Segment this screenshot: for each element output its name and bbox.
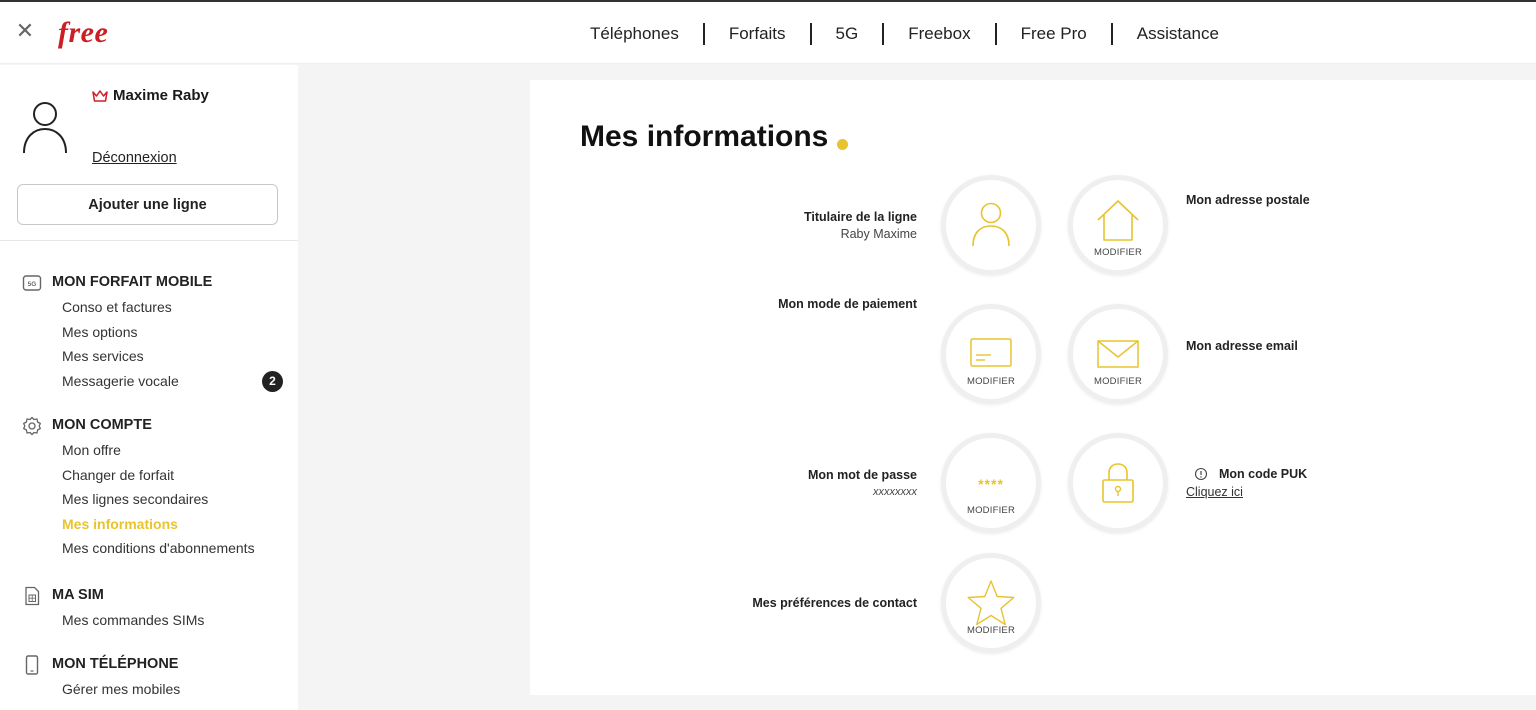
- sidebar-item-commandes-sims[interactable]: Mes commandes SIMs: [62, 608, 298, 633]
- section-ma-sim: MA SIM Mes commandes SIMs: [0, 584, 298, 633]
- paiement-label: Mon mode de paiement: [778, 297, 917, 311]
- email-button[interactable]: MODIFIER: [1068, 304, 1168, 404]
- sim-icon: [25, 586, 40, 606]
- sidebar-item-gerer-mobiles[interactable]: Gérer mes mobiles: [62, 677, 298, 702]
- main-nav: Téléphones Forfaits 5G Freebox Free Pro …: [566, 22, 1243, 46]
- section-mon-compte: MON COMPTE Mon offre Changer de forfait …: [0, 414, 298, 561]
- svg-text:5G: 5G: [28, 281, 37, 288]
- password-value: xxxxxxxx: [873, 486, 917, 498]
- titulaire-value: Raby Maxime: [840, 227, 917, 241]
- modifier-label: MODIFIER: [966, 625, 1016, 636]
- 5g-icon: 5G: [22, 275, 42, 291]
- sidebar-item-mes-services[interactable]: Mes services: [62, 344, 298, 369]
- sidebar-item-messagerie-vocale[interactable]: Messagerie vocale 2: [62, 369, 298, 394]
- sidebar-item-changer-forfait[interactable]: Changer de forfait: [62, 463, 298, 488]
- adresse-postale-button[interactable]: MODIFIER: [1068, 175, 1168, 275]
- contact-label: Mes préférences de contact: [752, 596, 917, 610]
- puk-label: Mon code PUK: [1219, 467, 1308, 481]
- sidebar-item-lignes-secondaires[interactable]: Mes lignes secondaires: [62, 487, 298, 512]
- title-accent-dot: [837, 139, 848, 150]
- nav-free-pro[interactable]: Free Pro: [997, 24, 1111, 44]
- user-avatar-icon: [23, 102, 67, 154]
- person-icon: [972, 202, 1010, 247]
- nav-5g[interactable]: 5G: [812, 24, 883, 44]
- close-icon[interactable]: ✕: [14, 20, 36, 44]
- sidebar-item-conso-factures[interactable]: Conso et factures: [62, 295, 298, 320]
- sidebar-item-conditions-abonnements[interactable]: Mes conditions d'abonnements: [62, 536, 298, 561]
- sidebar-divider: [0, 240, 298, 241]
- add-line-button[interactable]: Ajouter une ligne: [17, 184, 278, 225]
- puk-link[interactable]: Cliquez ici: [1186, 485, 1243, 499]
- main-card: Mes informations Titulaire de la ligne R…: [530, 80, 1536, 695]
- phone-icon: [25, 655, 39, 675]
- contact-button[interactable]: MODIFIER: [941, 553, 1041, 653]
- sidebar-item-mes-informations[interactable]: Mes informations: [62, 512, 298, 537]
- section-mon-telephone: MON TÉLÉPHONE Gérer mes mobiles: [0, 653, 298, 702]
- user-name-text: Maxime Raby: [113, 87, 209, 104]
- page-title: Mes informations: [580, 120, 829, 153]
- password-button[interactable]: **** MODIFIER: [941, 433, 1041, 533]
- envelope-icon: [1097, 340, 1139, 368]
- modifier-label: MODIFIER: [1093, 376, 1143, 387]
- sidebar-item-mes-options[interactable]: Mes options: [62, 320, 298, 345]
- section-title-mon-telephone: MON TÉLÉPHONE: [52, 656, 179, 672]
- star-icon: [967, 580, 1015, 626]
- modifier-label: MODIFIER: [966, 505, 1016, 516]
- titulaire-button[interactable]: [941, 175, 1041, 275]
- nav-assistance[interactable]: Assistance: [1113, 24, 1243, 44]
- nav-forfaits[interactable]: Forfaits: [705, 24, 810, 44]
- section-title-mon-compte: MON COMPTE: [52, 417, 152, 433]
- house-icon: [1097, 200, 1139, 241]
- notification-badge: 2: [262, 370, 283, 392]
- sidebar: Maxime Raby Déconnexion Ajouter une lign…: [0, 65, 298, 710]
- gear-icon: [23, 416, 41, 436]
- password-label: Mon mot de passe: [807, 468, 917, 482]
- adresse-postale-label: Mon adresse postale: [1186, 193, 1310, 207]
- nav-telephones[interactable]: Téléphones: [566, 24, 703, 44]
- nav-freebox[interactable]: Freebox: [884, 24, 994, 44]
- crown-icon: [92, 89, 108, 102]
- user-name: Maxime Raby: [92, 87, 209, 104]
- titulaire-label: Titulaire de la ligne: [804, 210, 917, 224]
- top-navigation-bar: ✕ free Téléphones Forfaits 5G Freebox Fr…: [0, 0, 1536, 64]
- email-label: Mon adresse email: [1186, 339, 1298, 353]
- paiement-button[interactable]: MODIFIER: [941, 304, 1041, 404]
- modifier-label: MODIFIER: [1093, 247, 1143, 258]
- sidebar-item-label: Messagerie vocale: [62, 372, 179, 389]
- info-icon[interactable]: [1194, 467, 1208, 481]
- section-title-forfait-mobile: MON FORFAIT MOBILE: [52, 274, 213, 290]
- password-stars: ****: [978, 476, 1004, 492]
- section-forfait-mobile: 5G MON FORFAIT MOBILE Conso et factures …: [0, 271, 298, 393]
- free-logo[interactable]: free: [58, 16, 108, 50]
- logout-link[interactable]: Déconnexion: [92, 150, 177, 166]
- lock-icon: [1102, 463, 1134, 503]
- section-title-ma-sim: MA SIM: [52, 587, 104, 603]
- sidebar-item-mon-offre[interactable]: Mon offre: [62, 438, 298, 463]
- card-icon: [970, 338, 1012, 367]
- puk-button[interactable]: [1068, 433, 1168, 533]
- modifier-label: MODIFIER: [966, 376, 1016, 387]
